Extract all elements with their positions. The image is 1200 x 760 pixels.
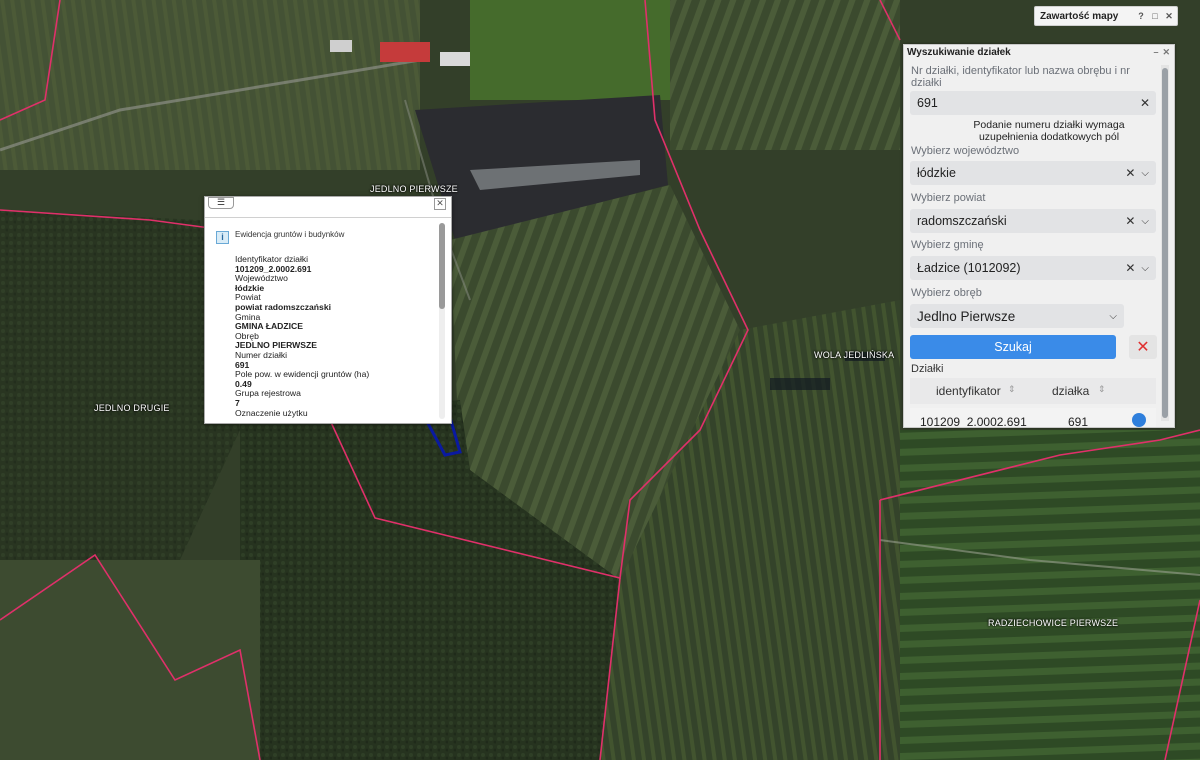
minimize-icon[interactable]: – xyxy=(1153,47,1158,63)
precinct-select[interactable]: Jedlno Pierwsze ⌵ xyxy=(910,304,1124,328)
sort-icon[interactable]: ⇕ xyxy=(1098,384,1106,395)
voivodeship-value: łódzkie xyxy=(917,166,956,180)
chevron-down-icon[interactable]: ⌵ xyxy=(1141,168,1149,179)
field-label: Grupa rejestrowa xyxy=(235,388,301,399)
popup-title: Ewidencja gruntów i budynków xyxy=(235,230,345,239)
field-label: Województwo xyxy=(235,273,288,284)
chevron-down-icon[interactable]: ⌵ xyxy=(1141,216,1149,227)
clear-icon[interactable]: ✕ xyxy=(1125,166,1135,180)
place-label-wola-jedlinska: WOLA JEDLIŃSKA xyxy=(814,350,895,360)
help-icon[interactable]: ? xyxy=(1135,10,1147,22)
county-label: Wybierz powiat xyxy=(911,192,986,204)
field-label: Pole pow. w ewidencji gruntów (ha) xyxy=(235,369,370,380)
parcel-info-popup: ☰ ✕ i Ewidencja gruntów i budynków Ident… xyxy=(204,196,452,424)
parcel-note: Podanie numeru działki wymaga uzupełnien… xyxy=(973,119,1125,143)
place-label-radziechowice-pierwsze: RADZIECHOWICE PIERWSZE xyxy=(988,618,1119,628)
close-icon[interactable]: ✕ xyxy=(434,198,446,210)
scrollbar-thumb[interactable] xyxy=(1162,68,1168,418)
commune-value: Ładzice (1012092) xyxy=(917,261,1021,275)
table-row[interactable]: 101209_2.0002.691 691 xyxy=(910,408,1156,428)
field-value: powiat radomszczański xyxy=(235,301,331,312)
panel-header: Wyszukiwanie działek – ✕ xyxy=(904,45,1174,63)
voivodeship-label: Wybierz województwo xyxy=(911,145,1020,157)
clear-icon[interactable]: ✕ xyxy=(1125,214,1135,228)
voivodeship-select[interactable]: łódzkie ✕ ⌵ xyxy=(910,161,1156,185)
row-identyfikator: 101209_2.0002.691 xyxy=(920,415,1027,428)
popup-content: Identyfikator działki 101209_2.0002.691 … xyxy=(235,254,435,418)
restore-icon[interactable]: □ xyxy=(1149,10,1161,22)
precinct-label: Wybierz obręb xyxy=(911,287,982,299)
field-label: Numer działki xyxy=(235,349,288,360)
popup-scrollbar[interactable] xyxy=(439,223,445,419)
menu-icon[interactable]: ☰ xyxy=(208,197,234,209)
scrollbar-thumb[interactable] xyxy=(439,223,445,309)
column-header-identyfikator[interactable]: identyfikator xyxy=(936,384,1001,398)
field-label: Oznaczenie użytku xyxy=(235,407,308,418)
county-value: radomszczański xyxy=(917,214,1007,228)
sort-icon[interactable]: ⇕ xyxy=(1008,384,1016,395)
commune-label: Wybierz gminę xyxy=(911,239,984,251)
close-icon[interactable]: ✕ xyxy=(1163,10,1175,22)
county-select[interactable]: radomszczański ✕ ⌵ xyxy=(910,209,1156,233)
chevron-down-icon[interactable]: ⌵ xyxy=(1141,263,1149,274)
column-header-dzialka[interactable]: działka xyxy=(1052,384,1089,398)
map-content-bar[interactable]: Zawartość mapy ? □ ✕ xyxy=(1034,6,1178,26)
search-button[interactable]: Szukaj xyxy=(910,335,1116,359)
parcel-number-value[interactable]: 691 xyxy=(917,96,1140,110)
clear-icon[interactable]: ✕ xyxy=(1125,261,1135,275)
precinct-value: Jedlno Pierwsze xyxy=(917,308,1016,324)
panel-title: Wyszukiwanie działek xyxy=(907,47,1011,58)
place-label-jedlno-drugie: JEDLNO DRUGIE xyxy=(94,403,170,413)
map-content-title[interactable]: Zawartość mapy xyxy=(1040,11,1135,22)
close-icon[interactable]: ✕ xyxy=(1162,47,1170,63)
results-table-header: identyfikator ⇕ działka ⇕ xyxy=(910,378,1156,404)
field-value: łódzkie xyxy=(235,282,265,293)
clear-icon[interactable]: ✕ xyxy=(1140,96,1150,110)
row-dzialka: 691 xyxy=(1068,415,1089,428)
info-icon: i xyxy=(216,231,229,244)
results-label: Działki xyxy=(911,363,944,375)
place-label-jedlno-pierwsze: JEDLNO PIERWSZE xyxy=(370,184,458,194)
parcel-field-label: Nr działki, identyfikator lub nazwa obrę… xyxy=(911,65,1130,89)
parcel-search-panel: Wyszukiwanie działek – ✕ Nr działki, ide… xyxy=(903,44,1175,428)
panel-scrollbar[interactable] xyxy=(1161,65,1169,421)
parcel-number-input[interactable]: 691 ✕ xyxy=(910,91,1156,115)
commune-select[interactable]: Ładzice (1012092) ✕ ⌵ xyxy=(910,256,1156,280)
clear-search-button[interactable]: ✕ xyxy=(1129,335,1157,359)
chevron-down-icon[interactable]: ⌵ xyxy=(1109,311,1117,322)
info-icon[interactable] xyxy=(1132,413,1146,427)
field-value: GMINA ŁADZICE xyxy=(235,321,303,332)
popup-toolbar: ☰ ✕ xyxy=(205,197,451,218)
